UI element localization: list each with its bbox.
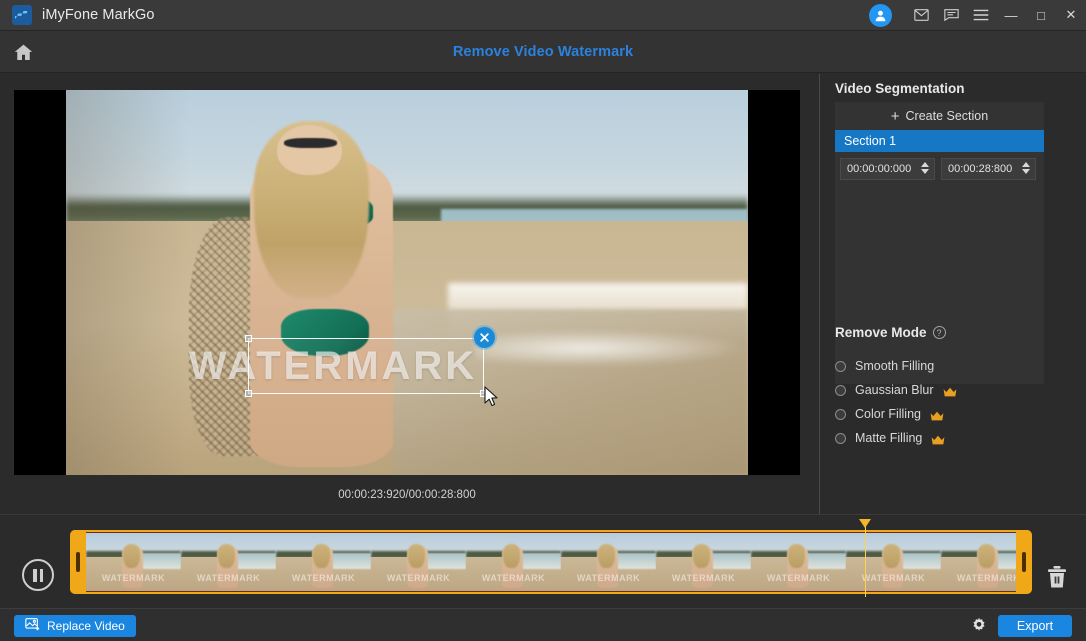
trash-icon[interactable]	[1046, 565, 1068, 589]
radio-icon[interactable]	[835, 409, 846, 420]
resize-handle-bottom-left[interactable]	[245, 390, 252, 397]
thumbnail-watermark-text: WATERMARK	[482, 573, 545, 583]
thumbnail-frame: WATERMARK	[846, 533, 941, 592]
section-end-time-input[interactable]: 00:00:28:800	[941, 158, 1036, 180]
timeline-clip[interactable]: WATERMARK WATERMARK WATERMARK	[70, 530, 1032, 594]
create-section-label: Create Section	[906, 109, 989, 123]
feedback-icon[interactable]	[936, 0, 966, 31]
thumbnail-watermark-text: WATERMARK	[577, 573, 640, 583]
thumbnail-frame: WATERMARK	[561, 533, 656, 592]
section-list-item[interactable]: Section 1	[835, 130, 1044, 152]
thumbnail-watermark-text: WATERMARK	[102, 573, 165, 583]
help-question-icon[interactable]: ?	[933, 326, 946, 339]
section-time-fields: 00:00:00:000 00:00:28:800	[835, 152, 1044, 180]
trim-handle-right[interactable]	[1016, 530, 1032, 594]
scene-person-head	[277, 125, 342, 175]
section-start-time-input[interactable]: 00:00:00:000	[840, 158, 935, 180]
section-start-time-value: 00:00:00:000	[841, 163, 911, 175]
remove-mode-title: Remove Mode	[835, 325, 927, 340]
remove-mode-option-gaussian-blur[interactable]: Gaussian Blur	[835, 378, 1065, 402]
thumbnail-watermark-text: WATERMARK	[957, 573, 1016, 583]
radio-icon[interactable]	[835, 433, 846, 444]
video-segmentation-title: Video Segmentation	[835, 81, 965, 96]
scene-foam	[475, 329, 748, 368]
app-window: iMyFone MarkGo	[0, 0, 1086, 641]
section-name: Section 1	[844, 134, 896, 148]
video-frame: WATERMARK	[66, 90, 748, 475]
mail-icon[interactable]	[906, 0, 936, 31]
app-title: iMyFone MarkGo	[42, 7, 155, 23]
mouse-cursor-icon	[484, 386, 500, 408]
thumbnail-watermark-text: WATERMARK	[387, 573, 450, 583]
pause-icon[interactable]	[22, 559, 54, 591]
remove-mode-option-matte-filling[interactable]: Matte Filling	[835, 426, 1065, 450]
timeline-track[interactable]: WATERMARK WATERMARK WATERMARK	[70, 530, 1032, 594]
start-time-stepper[interactable]	[921, 162, 929, 174]
timeline-thumbnails: WATERMARK WATERMARK WATERMARK	[86, 532, 1016, 592]
thumbnail-frame: WATERMARK	[371, 533, 466, 592]
thumbnail-frame: WATERMARK	[656, 533, 751, 592]
plus-icon: +	[891, 109, 900, 124]
radio-icon[interactable]	[835, 385, 846, 396]
replace-video-button[interactable]: Replace Video	[14, 615, 136, 637]
timeline-area: WATERMARK WATERMARK WATERMARK	[0, 514, 1086, 608]
playhead-marker-icon[interactable]	[865, 525, 866, 597]
scene-person-sunglasses	[284, 138, 337, 148]
markgo-logo-icon	[12, 5, 32, 25]
playback-time-readout: 00:00:23:920/00:00:28:800	[14, 489, 800, 501]
remove-mode-label: Color Filling	[855, 407, 921, 421]
thumbnail-watermark-text: WATERMARK	[862, 573, 925, 583]
scene-shadow	[66, 90, 189, 475]
remove-mode-label: Smooth Filling	[855, 359, 934, 373]
thumbnail-frame: WATERMARK	[86, 533, 181, 592]
thumbnail-frame: WATERMARK	[941, 533, 1016, 592]
image-add-icon	[25, 618, 40, 634]
minimize-button[interactable]: —	[996, 0, 1026, 31]
premium-crown-icon	[931, 433, 945, 444]
thumbnail-frame: WATERMARK	[466, 533, 561, 592]
remove-mode-option-color-filling[interactable]: Color Filling	[835, 402, 1065, 426]
title-bar: iMyFone MarkGo	[0, 0, 1086, 31]
thumbnail-frame: WATERMARK	[276, 533, 371, 592]
hamburger-menu-icon[interactable]	[966, 0, 996, 31]
resize-handle-top-left[interactable]	[245, 335, 252, 342]
window-controls: — □ ✕	[869, 0, 1086, 31]
remove-mode-option-smooth-filling[interactable]: Smooth Filling	[835, 354, 1065, 378]
premium-crown-icon	[930, 409, 944, 420]
header-toolbar: Remove Video Watermark	[0, 31, 1086, 73]
panel-divider	[819, 74, 820, 514]
segmentation-box: + Create Section Section 1 00:00:00:000 …	[835, 102, 1044, 384]
thumbnail-frame: WATERMARK	[181, 533, 276, 592]
section-end-time-value: 00:00:28:800	[942, 163, 1012, 175]
gear-icon[interactable]	[970, 617, 988, 635]
close-circle-icon[interactable]	[474, 327, 495, 348]
remove-mode-label: Matte Filling	[855, 431, 922, 445]
maximize-button[interactable]: □	[1026, 0, 1056, 31]
export-button[interactable]: Export	[998, 615, 1072, 637]
user-avatar-icon[interactable]	[869, 4, 892, 27]
trim-handle-left[interactable]	[70, 530, 86, 594]
remove-mode-label: Gaussian Blur	[855, 383, 934, 397]
right-panel: Video Segmentation + Create Section Sect…	[826, 74, 1086, 514]
bottom-bar: Replace Video Export	[0, 608, 1086, 641]
close-button[interactable]: ✕	[1056, 0, 1086, 31]
watermark-selection-box[interactable]	[248, 338, 484, 394]
thumbnail-watermark-text: WATERMARK	[292, 573, 355, 583]
thumbnail-frame: WATERMARK	[751, 533, 846, 592]
video-preview[interactable]: WATERMARK	[14, 90, 800, 475]
premium-crown-icon	[943, 385, 957, 396]
remove-mode-title-row: Remove Mode ?	[835, 325, 946, 340]
page-title: Remove Video Watermark	[0, 31, 1086, 73]
replace-video-label: Replace Video	[47, 619, 125, 633]
end-time-stepper[interactable]	[1022, 162, 1030, 174]
thumbnail-watermark-text: WATERMARK	[197, 573, 260, 583]
thumbnail-watermark-text: WATERMARK	[767, 573, 830, 583]
thumbnail-watermark-text: WATERMARK	[672, 573, 735, 583]
radio-icon[interactable]	[835, 361, 846, 372]
remove-mode-options: Smooth Filling Gaussian Blur Color Filli…	[835, 354, 1065, 450]
create-section-button[interactable]: + Create Section	[835, 102, 1044, 130]
